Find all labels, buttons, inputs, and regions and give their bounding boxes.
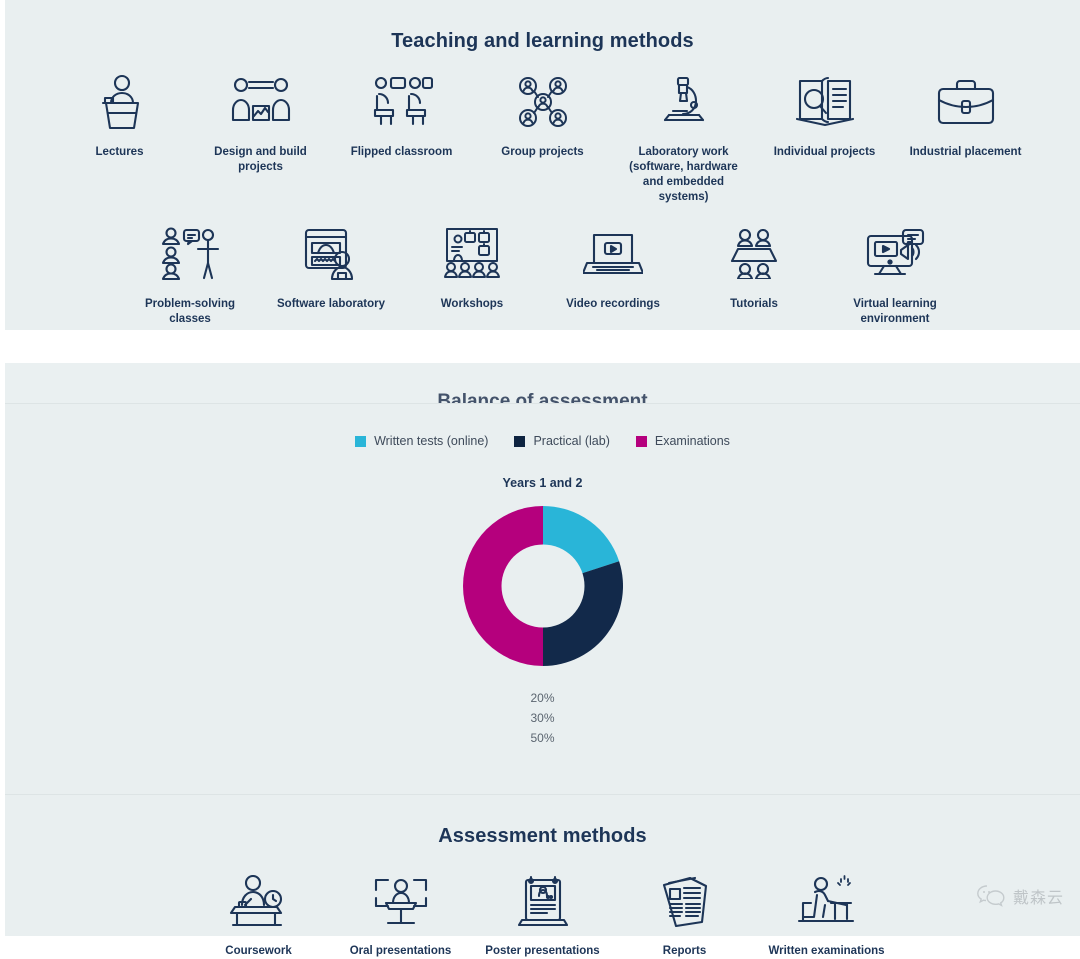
percent-value: 30% <box>530 711 555 725</box>
assessment-item-oral-presentations[interactable]: Oral presentations <box>330 870 472 959</box>
teaching-and-learning-section: Teaching and learning methods Lectures D… <box>5 0 1080 330</box>
chart-subtitle: Years 1 and 2 <box>502 476 583 490</box>
method-label: Video recordings <box>566 298 660 310</box>
assessment-item-poster-presentations[interactable]: Poster presentations <box>472 870 614 959</box>
legend-label: Practical (lab) <box>533 434 610 448</box>
software-laboratory-icon <box>302 223 360 285</box>
method-item-tutorials[interactable]: Tutorials <box>684 223 825 312</box>
method-label: Lectures <box>95 146 144 158</box>
method-item-flipped-classroom[interactable]: Flipped classroom <box>331 71 472 160</box>
assessment-label: Oral presentations <box>349 945 452 957</box>
assessment-icon-row: Coursework Oral presentations Poster pre… <box>5 870 1080 959</box>
method-label: Individual projects <box>773 146 876 158</box>
legend-swatch-navy <box>514 435 526 447</box>
chart-legend: Written tests (online) Practical (lab) E… <box>5 434 1080 448</box>
legend-item-written-tests[interactable]: Written tests (online) <box>355 434 488 448</box>
poster-presentation-icon <box>517 870 568 932</box>
legend-label: Written tests (online) <box>374 434 489 448</box>
design-build-projects-icon <box>230 71 292 133</box>
balance-chart-container: Written tests (online) Practical (lab) E… <box>5 403 1080 957</box>
assessment-label: Poster presentations <box>485 945 600 957</box>
teaching-icon-row-1: Lectures Design and build projects Flipp… <box>5 71 1080 205</box>
method-label: Workshops <box>440 298 504 310</box>
tutorials-icon <box>726 223 782 285</box>
method-label: Problem-solving classes <box>144 298 236 325</box>
donut-chart-svg <box>462 506 623 666</box>
method-item-virtual-learning-environment[interactable]: Virtual learning environment <box>825 223 966 327</box>
legend-swatch-magenta <box>635 435 647 447</box>
assessment-item-written-examinations[interactable]: Written examinations <box>756 870 898 959</box>
microscope-icon <box>659 71 709 133</box>
method-item-individual-projects[interactable]: Individual projects <box>754 71 895 160</box>
donut-hole <box>501 544 584 628</box>
method-item-laboratory-work[interactable]: Laboratory work (software, hardware and … <box>613 71 754 205</box>
book-magnifier-icon <box>795 71 855 133</box>
teaching-section-title: Teaching and learning methods <box>391 30 694 52</box>
watermark-text: 戴森云 <box>1012 888 1064 907</box>
percent-value: 50% <box>530 731 555 745</box>
method-item-problem-solving-classes[interactable]: Problem-solving classes <box>120 223 261 327</box>
method-label: Group projects <box>501 146 584 158</box>
method-label: Tutorials <box>730 298 778 310</box>
lectern-speaker-icon <box>93 71 147 133</box>
coursework-desk-icon <box>229 870 289 932</box>
virtual-learning-icon <box>865 223 925 285</box>
wechat-bubbles-icon <box>976 884 1006 908</box>
assessment-label: Written examinations <box>768 945 885 957</box>
donut-chart <box>5 498 1080 674</box>
method-label: Virtual learning environment <box>853 298 937 325</box>
method-item-lectures[interactable]: Lectures <box>49 71 190 160</box>
problem-solving-icon <box>160 223 220 285</box>
assessment-label: Coursework <box>225 945 292 957</box>
method-item-design-and-build-projects[interactable]: Design and build projects <box>190 71 331 175</box>
chart-percentage-labels: 20% 30% 50% <box>5 688 1080 748</box>
method-item-group-projects[interactable]: Group projects <box>472 71 613 160</box>
assessment-section-title: Assessment methods <box>438 825 647 847</box>
assessment-methods-section: Assessment methods Coursework Oral prese… <box>5 794 1080 957</box>
group-projects-icon <box>517 71 569 133</box>
briefcase-icon <box>936 71 996 133</box>
balance-of-assessment-section: Balance of assessment Written tests (onl… <box>5 363 1080 957</box>
flipped-classroom-icon <box>371 71 433 133</box>
method-item-industrial-placement[interactable]: Industrial placement <box>895 71 1036 160</box>
written-exam-icon <box>797 870 857 932</box>
method-item-workshops[interactable]: Workshops <box>402 223 543 312</box>
method-item-software-laboratory[interactable]: Software laboratory <box>261 223 402 312</box>
laptop-video-icon <box>583 223 643 285</box>
method-label: Industrial placement <box>909 146 1022 158</box>
watermark: 戴森云 <box>976 884 1064 908</box>
legend-label: Examinations <box>654 434 730 448</box>
assessment-item-coursework[interactable]: Coursework <box>188 870 330 959</box>
reports-papers-icon <box>660 870 710 932</box>
legend-item-examinations[interactable]: Examinations <box>635 434 730 448</box>
method-label: Flipped classroom <box>350 146 453 158</box>
method-label: Laboratory work (software, hardware and … <box>629 146 738 203</box>
workshops-icon <box>443 223 501 285</box>
teaching-icon-row-2: Problem-solving classes Software laborat… <box>5 223 1080 327</box>
legend-swatch-cyan <box>355 435 367 447</box>
method-label: Software laboratory <box>277 298 385 310</box>
assessment-item-reports[interactable]: Reports <box>614 870 756 959</box>
assessment-label: Reports <box>662 945 707 957</box>
percent-value: 20% <box>530 691 555 705</box>
oral-presentation-icon <box>372 870 430 932</box>
method-item-video-recordings[interactable]: Video recordings <box>543 223 684 312</box>
legend-item-practical-lab[interactable]: Practical (lab) <box>514 434 610 448</box>
method-label: Design and build projects <box>214 146 307 173</box>
